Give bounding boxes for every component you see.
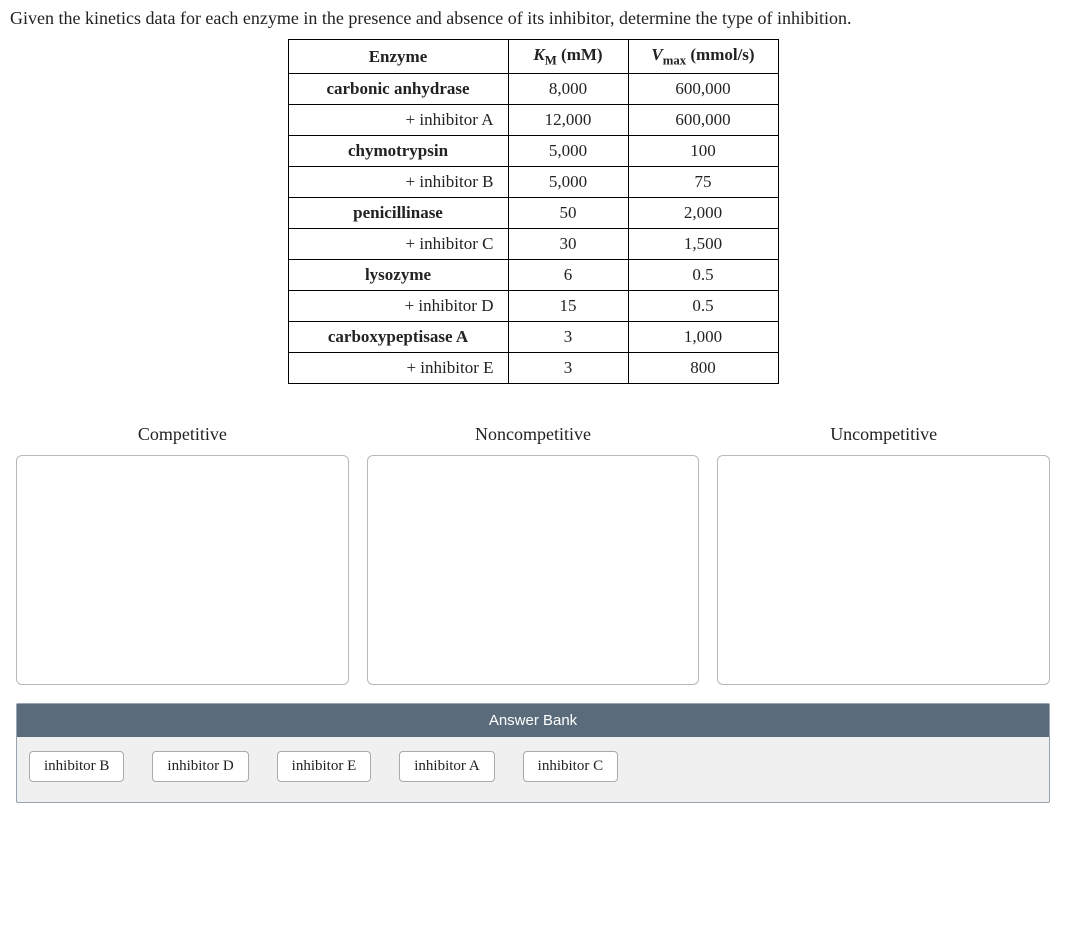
drop-label-noncompetitive: Noncompetitive: [475, 424, 591, 445]
header-enzyme: Enzyme: [288, 40, 508, 74]
vmax-cell: 600,000: [628, 74, 778, 105]
km-cell: 6: [508, 260, 628, 291]
kinetics-table-body: carbonic anhydrase8,000600,000+ inhibito…: [288, 74, 778, 384]
vmax-cell: 0.5: [628, 291, 778, 322]
table-row: + inhibitor E3800: [288, 353, 778, 384]
answer-chip[interactable]: inhibitor E: [277, 751, 372, 782]
km-cell: 3: [508, 353, 628, 384]
table-row: + inhibitor B5,00075: [288, 167, 778, 198]
answer-bank-body: inhibitor B inhibitor D inhibitor E inhibit…: [17, 737, 1049, 802]
inhibitor-cell: + inhibitor D: [288, 291, 508, 322]
km-cell: 5,000: [508, 136, 628, 167]
table-row: carboxypeptisase A31,000: [288, 322, 778, 353]
vmax-cell: 1,000: [628, 322, 778, 353]
header-km: KM (mM): [508, 40, 628, 74]
drop-label-uncompetitive: Uncompetitive: [830, 424, 937, 445]
table-row: + inhibitor A12,000600,000: [288, 105, 778, 136]
inhibitor-cell: + inhibitor B: [288, 167, 508, 198]
km-cell: 5,000: [508, 167, 628, 198]
km-cell: 50: [508, 198, 628, 229]
kinetics-table: Enzyme KM (mM) Vmax (mmol/s) carbonic an…: [288, 39, 779, 384]
enzyme-name-cell: lysozyme: [288, 260, 508, 291]
drop-areas: Competitive Noncompetitive Uncompetitive: [16, 424, 1050, 685]
vmax-cell: 2,000: [628, 198, 778, 229]
enzyme-name-cell: carbonic anhydrase: [288, 74, 508, 105]
km-cell: 12,000: [508, 105, 628, 136]
answer-bank-title: Answer Bank: [17, 704, 1049, 737]
vmax-cell: 800: [628, 353, 778, 384]
answer-bank: Answer Bank inhibitor Binhibitor Dinhibi…: [16, 703, 1050, 803]
vmax-cell: 100: [628, 136, 778, 167]
answer-chip[interactable]: inhibitor C: [523, 751, 618, 782]
drop-zone-uncompetitive[interactable]: [717, 455, 1050, 685]
answer-chip[interactable]: inhibitor B: [29, 751, 124, 782]
table-row: penicillinase502,000: [288, 198, 778, 229]
answer-chip[interactable]: inhibitor D: [152, 751, 248, 782]
enzyme-name-cell: carboxypeptisase A: [288, 322, 508, 353]
table-row: carbonic anhydrase8,000600,000: [288, 74, 778, 105]
vmax-cell: 600,000: [628, 105, 778, 136]
table-row: + inhibitor C301,500: [288, 229, 778, 260]
table-row: chymotrypsin5,000100: [288, 136, 778, 167]
km-cell: 3: [508, 322, 628, 353]
table-row: lysozyme60.5: [288, 260, 778, 291]
km-cell: 8,000: [508, 74, 628, 105]
answer-chip[interactable]: inhibitor A: [399, 751, 494, 782]
km-cell: 15: [508, 291, 628, 322]
vmax-cell: 75: [628, 167, 778, 198]
vmax-cell: 1,500: [628, 229, 778, 260]
question-prompt: Given the kinetics data for each enzyme …: [10, 8, 1056, 29]
drop-zone-noncompetitive[interactable]: [367, 455, 700, 685]
drop-zone-competitive[interactable]: [16, 455, 349, 685]
inhibitor-cell: + inhibitor C: [288, 229, 508, 260]
inhibitor-cell: + inhibitor A: [288, 105, 508, 136]
km-cell: 30: [508, 229, 628, 260]
inhibitor-cell: + inhibitor E: [288, 353, 508, 384]
drop-label-competitive: Competitive: [138, 424, 227, 445]
enzyme-name-cell: chymotrypsin: [288, 136, 508, 167]
table-row: + inhibitor D150.5: [288, 291, 778, 322]
header-vmax: Vmax (mmol/s): [628, 40, 778, 74]
enzyme-name-cell: penicillinase: [288, 198, 508, 229]
vmax-cell: 0.5: [628, 260, 778, 291]
